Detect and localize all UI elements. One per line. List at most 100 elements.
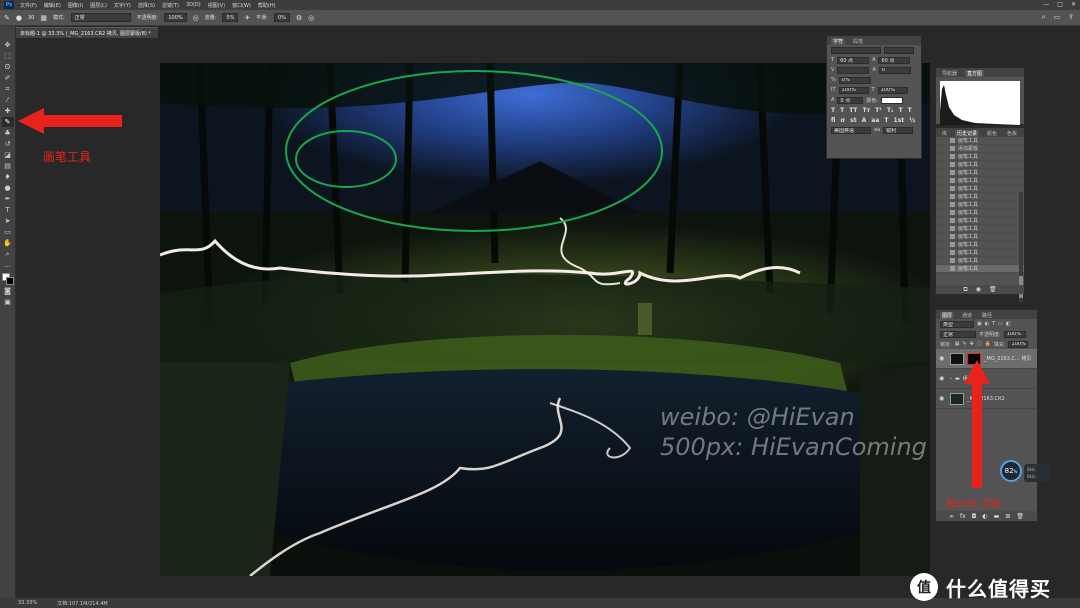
- history-step[interactable]: 画笔工具: [936, 185, 1024, 193]
- tsume-field[interactable]: 0%: [838, 76, 871, 84]
- pressure-size-icon[interactable]: ◎: [308, 14, 314, 22]
- type-tool-icon[interactable]: T: [2, 205, 14, 215]
- language-select[interactable]: 美国英语: [831, 126, 871, 134]
- history-step[interactable]: 画笔工具: [936, 153, 1024, 161]
- lock-artboard-icon[interactable]: ▢: [977, 341, 982, 347]
- history-step[interactable]: 画笔工具: [936, 217, 1024, 225]
- eye-icon[interactable]: ◉: [939, 395, 947, 402]
- history-step[interactable]: 画笔工具: [936, 193, 1024, 201]
- menu-image[interactable]: 图像(I): [68, 2, 83, 9]
- add-mask-icon[interactable]: ◘: [972, 513, 977, 520]
- healing-tool-icon[interactable]: ✚: [2, 106, 14, 116]
- search-icon[interactable]: ⌕: [1042, 13, 1046, 22]
- tab-navigator[interactable]: 导航器: [940, 70, 959, 77]
- history-step[interactable]: 画笔工具: [936, 241, 1024, 249]
- brush-tool-icon[interactable]: ✎: [1, 117, 14, 127]
- gradient-tool-icon[interactable]: ▤: [2, 161, 14, 171]
- menu-file[interactable]: 文件(F): [20, 2, 37, 9]
- menu-3d[interactable]: 3D(D): [186, 2, 201, 8]
- layer-filter-select[interactable]: 类型: [940, 320, 974, 328]
- titling-button[interactable]: aa: [871, 117, 879, 124]
- history-step[interactable]: 画笔工具: [936, 225, 1024, 233]
- eye-icon[interactable]: ◉: [939, 355, 947, 362]
- tracking-field[interactable]: 0: [878, 66, 911, 74]
- tab-swatches[interactable]: 色板: [1005, 130, 1019, 137]
- filter-adjust-icon[interactable]: ◐: [985, 321, 989, 327]
- trash-icon[interactable]: 🗑: [989, 286, 997, 293]
- brush-settings-icon[interactable]: ▦: [40, 14, 47, 22]
- lock-all-icon[interactable]: 🔒: [985, 341, 991, 347]
- dodge-tool-icon[interactable]: ●: [2, 183, 14, 193]
- faux-bold-button[interactable]: T: [831, 107, 835, 114]
- eraser-tool-icon[interactable]: ◪: [2, 150, 14, 160]
- menu-help[interactable]: 帮助(H): [258, 2, 276, 9]
- tab-history[interactable]: 历史记录: [955, 130, 980, 137]
- rectangle-tool-icon[interactable]: ▭: [2, 227, 14, 237]
- document-canvas[interactable]: weibo: @HiEvan 500px: HiEvanComing: [160, 63, 930, 576]
- filter-smart-icon[interactable]: ◧: [1006, 321, 1011, 327]
- network-speed-dial[interactable]: 82%: [1000, 460, 1022, 482]
- menu-window[interactable]: 窗口(W): [232, 2, 251, 9]
- airbrush-icon[interactable]: ✈: [244, 14, 250, 22]
- chevron-right-icon[interactable]: ›: [950, 376, 952, 382]
- tab-color[interactable]: 颜色: [985, 130, 999, 137]
- move-tool-icon[interactable]: ✥: [2, 40, 14, 50]
- all-caps-button[interactable]: TT: [849, 107, 857, 114]
- history-step[interactable]: 画笔工具: [936, 233, 1024, 241]
- marquee-tool-icon[interactable]: ⬚: [2, 51, 14, 61]
- history-step[interactable]: 画笔工具: [936, 257, 1024, 265]
- layer-style-icon[interactable]: fx: [960, 513, 966, 520]
- close-button[interactable]: ✕: [1071, 1, 1076, 8]
- maximize-button[interactable]: □: [1057, 1, 1063, 8]
- tab-paths[interactable]: 路径: [980, 312, 994, 319]
- eyedropper-tool-icon[interactable]: ⁄: [2, 95, 14, 105]
- mode-select[interactable]: 正常: [70, 13, 131, 22]
- brush-size-value[interactable]: 30: [28, 15, 34, 21]
- tab-paragraph[interactable]: 段落: [851, 38, 865, 45]
- tab-libraries[interactable]: 库: [940, 130, 949, 137]
- zoom-level[interactable]: 33.33%: [18, 600, 37, 606]
- history-step[interactable]: 画笔工具: [936, 161, 1024, 169]
- stamp-tool-icon[interactable]: ♣: [2, 128, 14, 138]
- eye-icon[interactable]: ◉: [939, 375, 947, 382]
- background-color-swatch[interactable]: [5, 277, 14, 285]
- oldstyle-button[interactable]: σ: [840, 117, 845, 124]
- history-step[interactable]: 画笔工具: [936, 177, 1024, 185]
- font-size-field[interactable]: 60 点: [837, 56, 870, 64]
- history-brush-tool-icon[interactable]: ↺: [2, 139, 14, 149]
- kerning-field[interactable]: [837, 66, 870, 74]
- filter-pixel-icon[interactable]: ▣: [977, 321, 982, 327]
- share-icon[interactable]: ⇪: [1068, 13, 1074, 22]
- snapshot-camera-icon[interactable]: ◉: [976, 286, 981, 293]
- lock-image-icon[interactable]: ✎: [962, 341, 966, 347]
- history-step[interactable]: 添加蒙版: [936, 145, 1024, 153]
- menu-layer[interactable]: 图层(L): [90, 2, 107, 9]
- vertical-scale-field[interactable]: 100%: [838, 86, 869, 94]
- tab-character[interactable]: 字符: [831, 38, 846, 45]
- half-button[interactable]: ½: [909, 117, 915, 124]
- leading-field[interactable]: 60 点: [878, 56, 911, 64]
- fill-field[interactable]: 100%: [1008, 340, 1029, 348]
- small-caps-button[interactable]: Tт: [863, 107, 871, 114]
- brush-preset-icon[interactable]: ✎: [4, 14, 10, 22]
- menu-view[interactable]: 视图(V): [208, 2, 225, 9]
- crop-tool-icon[interactable]: ⌗: [2, 84, 14, 94]
- subscript-button[interactable]: T₁: [887, 107, 894, 114]
- history-step[interactable]: 画笔工具: [936, 249, 1024, 257]
- quick-mask-icon[interactable]: ◙: [2, 286, 14, 296]
- path-select-tool-icon[interactable]: ➤: [2, 216, 14, 226]
- ligature-button[interactable]: fi: [831, 117, 835, 124]
- menu-filter[interactable]: 滤镜(T): [162, 2, 179, 9]
- history-step[interactable]: 画笔工具: [936, 201, 1024, 209]
- ordinal-button[interactable]: T: [884, 117, 888, 124]
- blend-mode-select[interactable]: 正常: [940, 330, 976, 338]
- swash-button[interactable]: st: [850, 117, 856, 124]
- font-family-select[interactable]: [831, 46, 881, 54]
- new-layer-icon[interactable]: ⊞: [1005, 513, 1010, 520]
- gear-icon[interactable]: ⚙: [296, 14, 302, 22]
- brush-tip-icon[interactable]: ●: [16, 14, 22, 22]
- hand-tool-icon[interactable]: ✋: [2, 238, 14, 248]
- menu-select[interactable]: 选择(S): [138, 2, 155, 9]
- trash-icon[interactable]: 🗑: [1016, 513, 1024, 520]
- new-document-from-state-icon[interactable]: ⧉: [963, 286, 967, 294]
